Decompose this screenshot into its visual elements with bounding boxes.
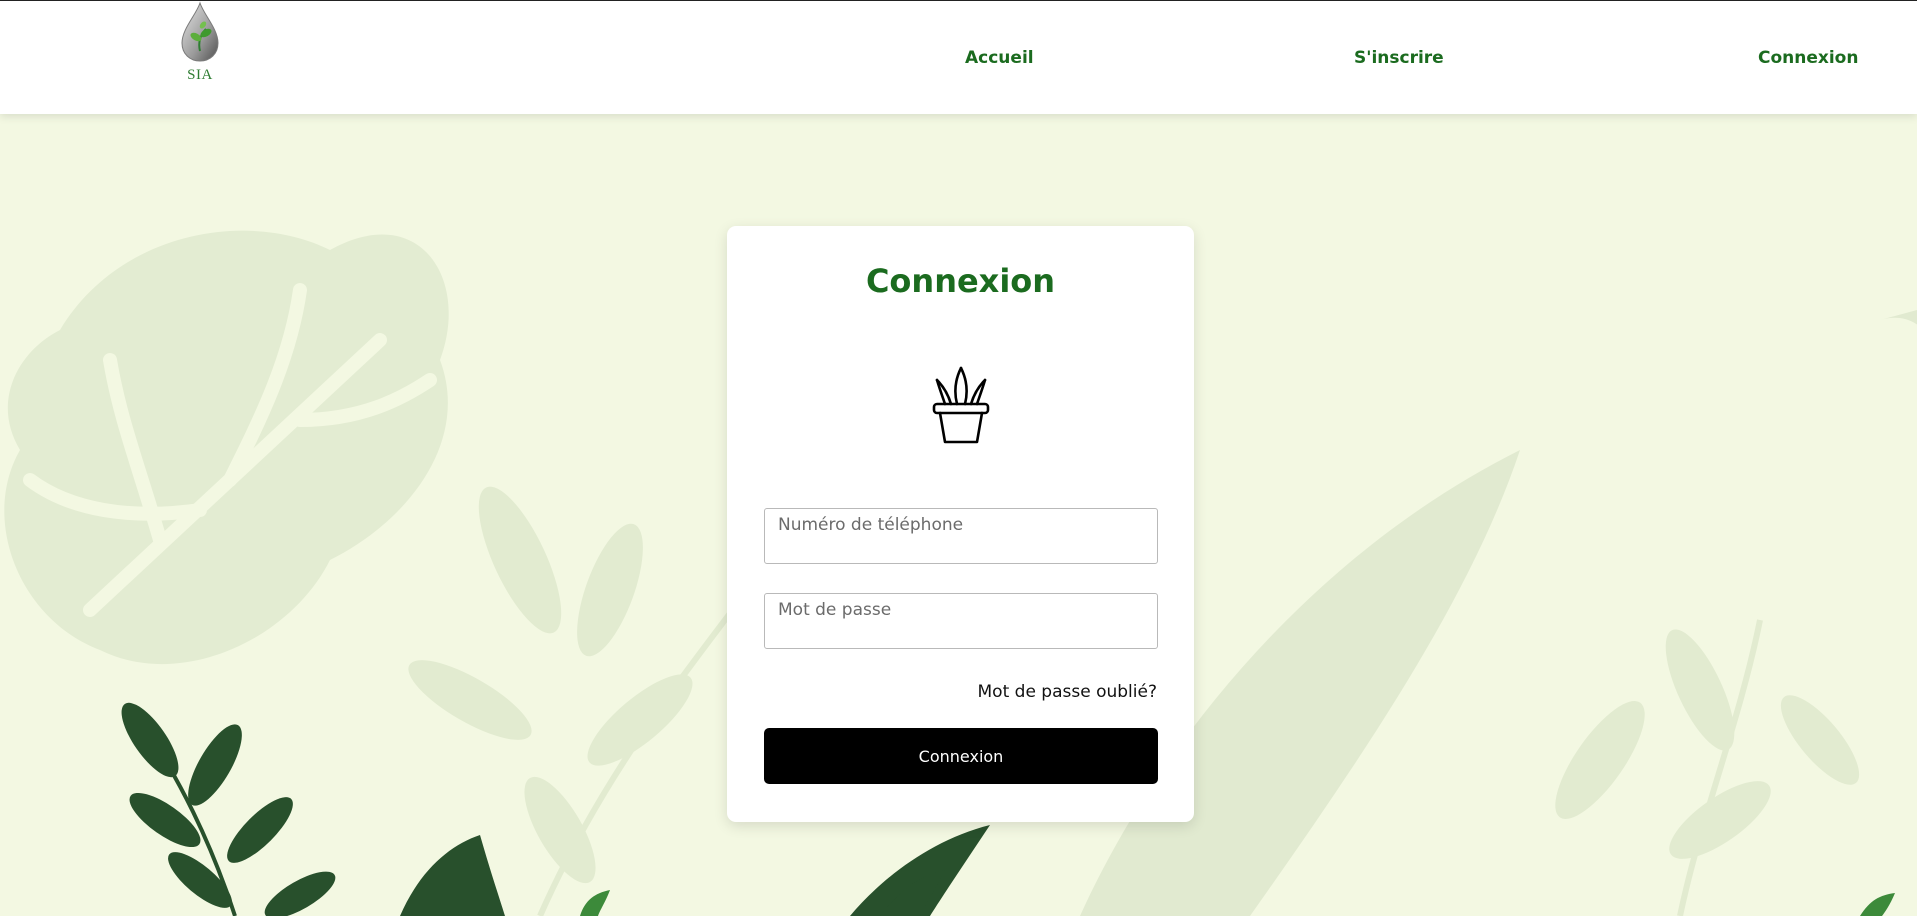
brand-logo[interactable]: SIA bbox=[176, 1, 224, 91]
nav-signup-link[interactable]: S'inscrire bbox=[1354, 48, 1444, 68]
forgot-password-link[interactable]: Mot de passe oublié? bbox=[978, 682, 1157, 702]
login-title: Connexion bbox=[865, 262, 1056, 300]
brand-name: SIA bbox=[187, 67, 213, 83]
login-submit-button[interactable]: Connexion bbox=[764, 728, 1158, 784]
potted-plant-icon bbox=[932, 366, 990, 444]
password-input[interactable] bbox=[764, 593, 1158, 649]
nav-login-link[interactable]: Connexion bbox=[1758, 48, 1858, 68]
nav-home-link[interactable]: Accueil bbox=[965, 48, 1034, 68]
top-navbar: SIA Accueil S'inscrire Connexion bbox=[0, 0, 1917, 114]
phone-number-input[interactable] bbox=[764, 508, 1158, 564]
login-card: Connexion Mot de passe oublié? Connexion bbox=[727, 226, 1194, 822]
water-drop-leaf-icon bbox=[181, 1, 219, 62]
